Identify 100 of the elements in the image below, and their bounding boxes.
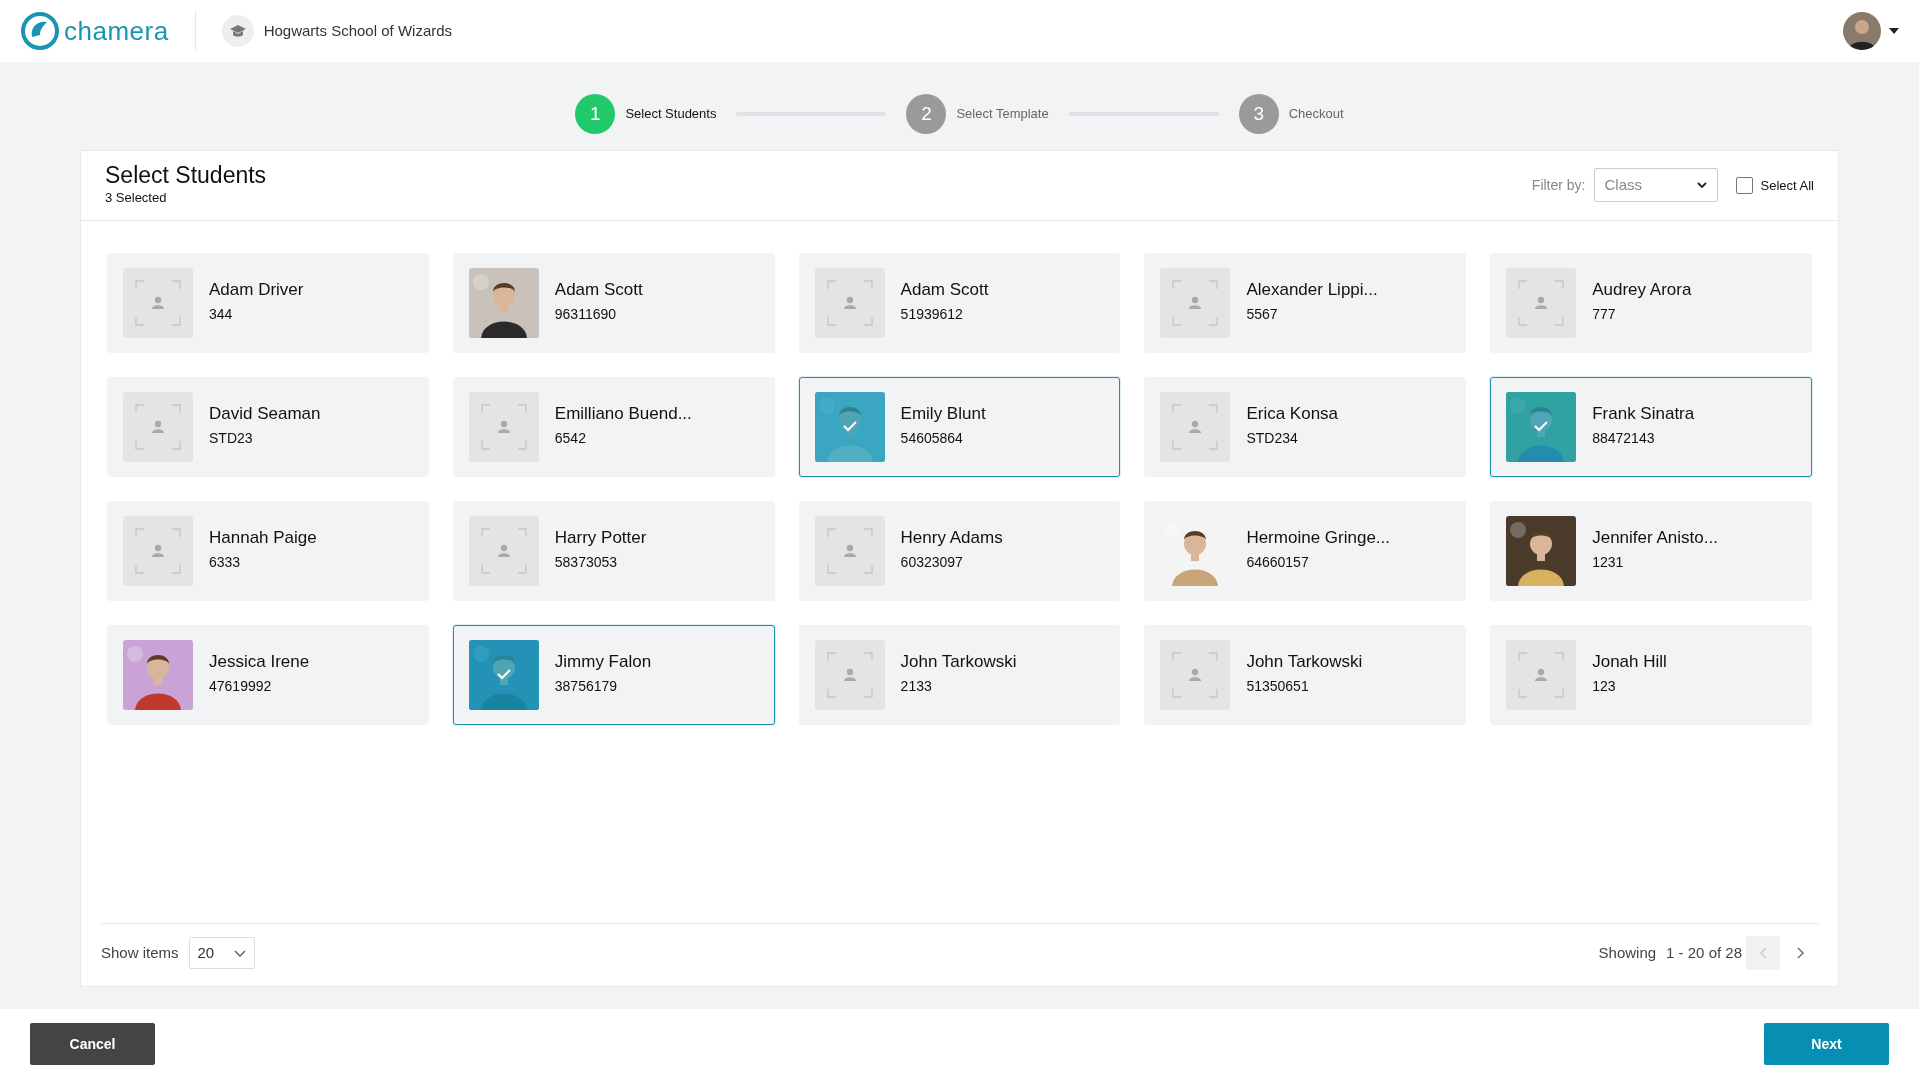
student-name: Emilliano Buend...: [554, 404, 692, 425]
panel-title: Select Students: [105, 163, 267, 189]
student-name: Adam Scott: [554, 280, 643, 301]
student-id: 54605864: [900, 429, 964, 449]
student-id: 5567: [1246, 305, 1279, 325]
student-name: Frank Sinatra: [1592, 404, 1695, 425]
student-name: Jonah Hill: [1592, 652, 1667, 673]
student-card[interactable]: Jessica Irene 47619992: [107, 624, 429, 725]
student-name: John Tarkowski: [1246, 652, 1363, 673]
student-name: John Tarkowski: [900, 652, 1017, 673]
student-id: 1231: [1592, 553, 1625, 573]
cancel-button[interactable]: Cancel: [30, 1023, 155, 1065]
student-card[interactable]: John Tarkowski 51350651: [1144, 624, 1467, 725]
select-all-checkbox[interactable]: [1735, 176, 1753, 194]
student-name: Adam Driver: [209, 280, 304, 301]
student-card[interactable]: Hermoine Gringe... 64660157: [1144, 500, 1467, 601]
student-id: 38756179: [554, 677, 619, 697]
student-name: Audrey Arora: [1592, 280, 1692, 301]
class-select[interactable]: Class: [1593, 168, 1718, 203]
student-id: STD234: [1246, 429, 1299, 449]
check-icon: [842, 421, 857, 433]
photo-placeholder-icon: [814, 639, 885, 710]
student-name: Alexander Lippi...: [1246, 280, 1378, 301]
page-range: 1 - 20 of 28: [1666, 942, 1742, 963]
student-card[interactable]: Henry Adams 60323097: [798, 500, 1121, 601]
student-id: 51939612: [900, 305, 964, 325]
student-name: Hannah Paige: [209, 528, 317, 549]
step-label: Select Students: [625, 105, 717, 124]
student-card[interactable]: Emily Blunt 54605864: [798, 376, 1121, 477]
student-id: 64660157: [1246, 553, 1310, 573]
student-name: Hermoine Gringe...: [1246, 528, 1390, 549]
chevron-down-icon: [1696, 182, 1707, 189]
student-name: Emily Blunt: [900, 404, 986, 425]
showing-label: Showing: [1598, 942, 1657, 963]
student-id: STD23: [209, 429, 254, 449]
student-card[interactable]: Adam Scott 51939612: [798, 252, 1121, 353]
student-name: Jimmy Falon: [554, 652, 652, 673]
chevron-down-icon: [233, 949, 246, 957]
student-id: 88472143: [1592, 429, 1656, 449]
student-name: David Seaman: [209, 404, 321, 425]
student-card[interactable]: Frank Sinatra 88472143: [1490, 376, 1812, 477]
items-per-page-select[interactable]: 20: [188, 937, 255, 969]
next-button[interactable]: Next: [1764, 1023, 1889, 1065]
logo-icon: [20, 11, 60, 51]
student-card[interactable]: David Seaman STD23: [107, 376, 429, 477]
check-icon: [1534, 421, 1549, 433]
student-id: 51350651: [1246, 677, 1310, 697]
photo-placeholder-icon: [1160, 267, 1231, 338]
select-all-label[interactable]: Select All: [1760, 175, 1814, 196]
graduation-cap-icon: [221, 15, 254, 47]
step-number: 2: [906, 94, 947, 134]
step-number: 1: [575, 94, 616, 134]
step-label: Select Template: [956, 105, 1049, 124]
student-card[interactable]: John Tarkowski 2133: [798, 624, 1121, 725]
chevron-right-icon: [1797, 947, 1805, 959]
student-card[interactable]: Audrey Arora 777: [1490, 252, 1812, 353]
photo-placeholder-icon: [123, 391, 193, 462]
student-name: Henry Adams: [900, 528, 1003, 549]
school-name: Hogwarts School of Wizards: [263, 20, 453, 41]
chevron-left-icon: [1759, 947, 1767, 959]
student-name: Jessica Irene: [209, 652, 310, 673]
student-id: 96311690: [554, 305, 618, 325]
photo-placeholder-icon: [1160, 391, 1231, 462]
photo-placeholder-icon: [814, 267, 885, 338]
student-id: 123: [1592, 677, 1617, 697]
student-name: Erica Konsa: [1246, 404, 1339, 425]
student-id: 58373053: [554, 553, 619, 573]
photo-placeholder-icon: [814, 515, 885, 586]
student-card[interactable]: Harry Potter 58373053: [452, 500, 775, 601]
check-icon: [496, 669, 511, 681]
student-card[interactable]: Jimmy Falon 38756179: [452, 624, 775, 725]
student-card[interactable]: Hannah Paige 6333: [107, 500, 429, 601]
student-id: 6333: [209, 553, 242, 573]
student-card[interactable]: Jonah Hill 123: [1490, 624, 1812, 725]
student-card[interactable]: Alexander Lippi... 5567: [1144, 252, 1467, 353]
student-card[interactable]: Erica Konsa STD234: [1144, 376, 1467, 477]
photo-placeholder-icon: [1506, 639, 1577, 710]
filter-label: Filter by:: [1531, 175, 1586, 195]
student-id: 6542: [554, 429, 587, 449]
student-id: 60323097: [900, 553, 964, 573]
student-id: 47619992: [209, 677, 273, 697]
student-name: Harry Potter: [554, 528, 647, 549]
caret-icon[interactable]: [1889, 28, 1899, 34]
student-id: 777: [1592, 305, 1617, 325]
student-card[interactable]: Emilliano Buend... 6542: [452, 376, 775, 477]
student-id: 344: [209, 305, 234, 325]
step-label: Checkout: [1288, 105, 1344, 124]
student-card[interactable]: Adam Scott 96311690: [452, 252, 775, 353]
student-card[interactable]: Jennifer Anisto... 1231: [1490, 500, 1812, 601]
photo-placeholder-icon: [123, 267, 193, 338]
selected-count: 3 Selected: [105, 189, 168, 208]
student-id: 2133: [900, 677, 933, 697]
user-avatar[interactable]: [1843, 12, 1881, 50]
student-name: Jennifer Anisto...: [1592, 528, 1718, 549]
photo-placeholder-icon: [123, 515, 193, 586]
student-card[interactable]: Adam Driver 344: [107, 252, 429, 353]
student-name: Adam Scott: [900, 280, 989, 301]
step-number: 3: [1238, 94, 1279, 134]
photo-placeholder-icon: [1506, 267, 1577, 338]
show-items-label: Show items: [101, 942, 179, 963]
